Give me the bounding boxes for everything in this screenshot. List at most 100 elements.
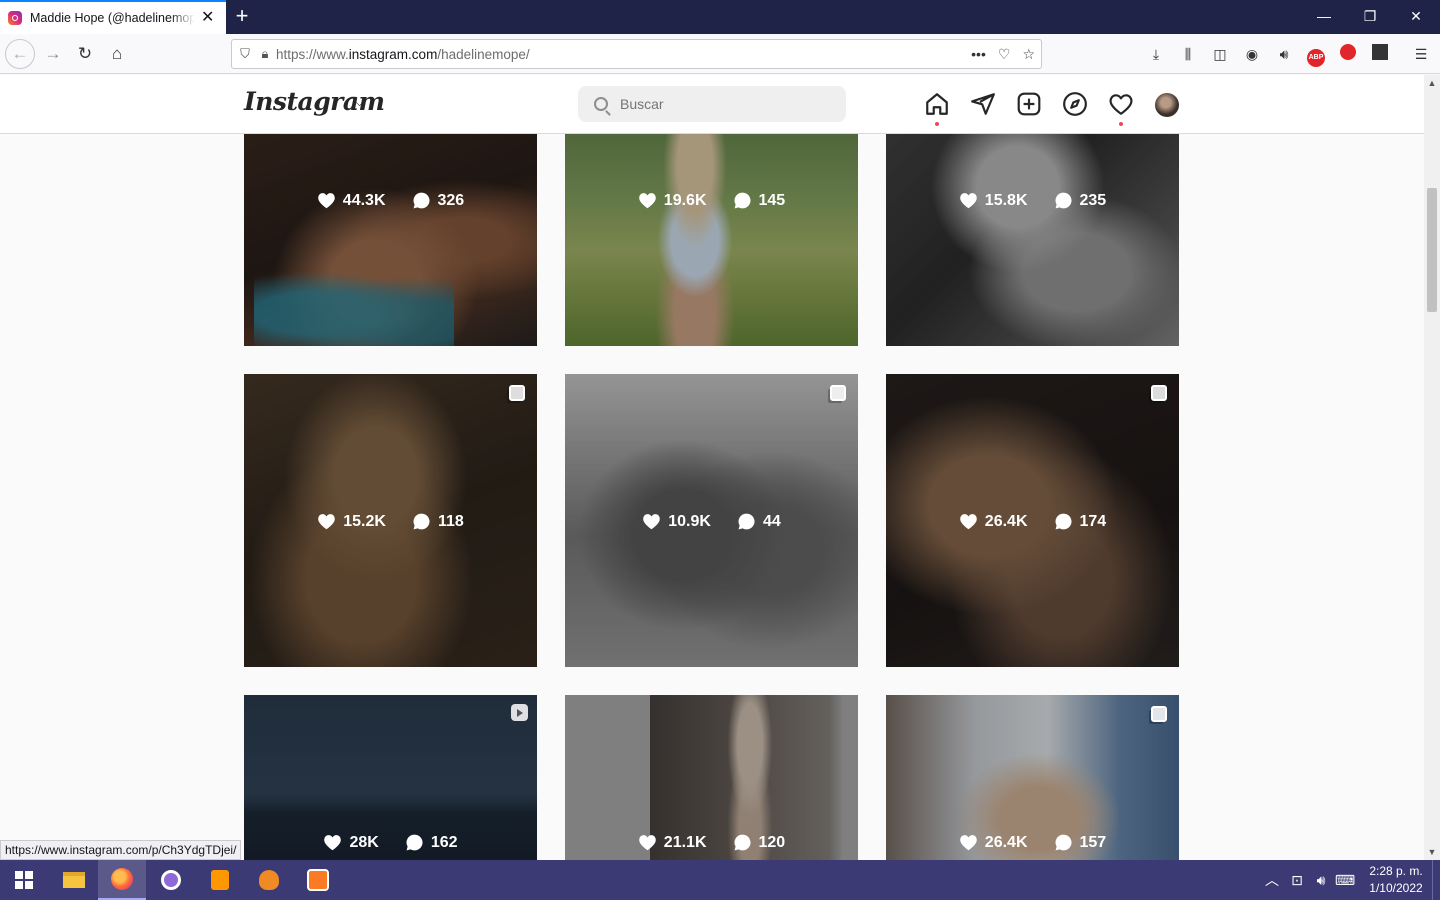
likes-heart-icon [639,193,656,209]
direct-message-icon[interactable] [970,91,996,117]
app-menu-icon[interactable]: ☰ [1410,44,1432,64]
back-button[interactable]: ← [5,39,35,69]
search-icon [594,97,608,111]
extension-red-icon[interactable] [1337,44,1359,64]
explore-icon[interactable] [1062,91,1088,117]
comments-count: 44 [762,512,781,530]
instagram-favicon-icon [8,11,22,25]
likes-count: 28K [349,833,379,851]
home-icon[interactable] [924,91,950,126]
post-tile[interactable]: 28K 162 [244,695,537,860]
likes-heart-icon [960,835,977,851]
browser-navigation-bar: ← → ↻ ⌂ ⛉ 🔒︎ https://www.instagram.com/h… [0,34,1440,74]
sidebar-icon[interactable]: ◫ [1209,44,1231,64]
likes-heart-icon [318,514,336,530]
link-status-tooltip: https://www.instagram.com/p/Ch3YdgTDjei/ [0,840,242,860]
page-actions-menu-icon[interactable]: ••• [971,46,986,62]
likes-count: 26.4K [984,512,1028,530]
carousel-icon [1151,385,1167,401]
pocket-icon[interactable]: ♡ [998,46,1011,63]
carousel-icon [830,385,846,401]
post-tile[interactable]: 26.4K 157 [886,695,1179,860]
comments-bubble-icon [413,513,430,530]
tab-title: Maddie Hope (@hadelinemope) • Instagram [30,11,195,25]
windows-logo-icon [15,871,33,889]
instagram-header: Instagram ⌵ [0,75,1424,134]
browser-tab-instagram[interactable]: Maddie Hope (@hadelinemope) • Instagram … [0,0,226,34]
post-tile[interactable]: 26.4K 174 [886,374,1179,667]
search-box[interactable] [578,86,846,122]
comments-count: 118 [437,512,464,530]
forward-button[interactable]: → [39,40,67,68]
url-text[interactable]: https://www.instagram.com/hadelinemope/ [276,47,530,62]
comments-bubble-icon [738,513,755,530]
system-clock[interactable]: 2:28 p. m. 1/10/2022 [1362,863,1430,897]
close-tab-icon[interactable]: ✕ [201,10,214,26]
adblock-plus-icon[interactable]: ABP [1305,44,1327,67]
volume-icon[interactable]: 🔊︎ [1310,860,1332,900]
comments-count: 157 [1079,833,1107,851]
clock-time: 2:28 p. m. [1369,864,1423,878]
likes-count: 44.3K [342,191,386,209]
likes-heart-icon [643,514,661,530]
close-window-button[interactable]: ✕ [1393,0,1439,34]
notification-dot [935,122,939,126]
github-desktop-icon[interactable] [147,860,195,900]
comments-bubble-icon [1055,834,1072,851]
likes-heart-icon [960,514,977,530]
firefox-icon[interactable] [98,860,146,900]
comments-bubble-icon [406,834,423,851]
network-icon[interactable]: ⊡ [1286,860,1308,900]
new-post-icon[interactable] [1016,91,1042,117]
chevron-down-icon[interactable]: ⌵ [355,95,364,110]
sublime-text-icon[interactable] [196,860,244,900]
activity-heart-icon[interactable] [1108,91,1134,126]
tray-chevron-up-icon[interactable]: ︿ [1262,860,1282,900]
comments-count: 174 [1079,512,1107,530]
comments-count: 162 [430,833,458,851]
clock-date: 1/10/2022 [1369,881,1423,895]
comments-count: 326 [437,191,465,209]
post-tile[interactable]: 15.8K 235 [886,134,1179,346]
comments-bubble-icon [413,192,430,209]
profile-avatar[interactable] [1155,93,1179,117]
likes-heart-icon [318,193,335,209]
baseball-glove-app-icon[interactable] [245,860,293,900]
scroll-down-arrow-icon[interactable]: ▼ [1424,844,1440,860]
likes-count: 10.9K [668,512,711,530]
restore-window-button[interactable]: ❐ [1347,0,1393,34]
xampp-icon[interactable] [294,860,342,900]
post-tile[interactable]: 44.3K 326 [244,134,537,346]
extension-dark-icon[interactable] [1369,44,1391,64]
start-button[interactable] [0,860,48,900]
scrollbar-thumb[interactable] [1427,188,1437,312]
url-bar[interactable]: ⛉ 🔒︎ https://www.instagram.com/hadelinem… [231,39,1042,69]
post-tile[interactable]: 15.2K 118 [244,374,537,667]
post-tile[interactable]: 19.6K 145 [565,134,858,346]
tracking-protection-shield-icon[interactable]: ⛉ [232,46,258,62]
scroll-up-arrow-icon[interactable]: ▲ [1424,75,1440,91]
account-icon[interactable]: ◉ [1241,44,1263,64]
bookmark-star-icon[interactable]: ☆ [1022,46,1035,63]
downloads-icon[interactable]: ⤓ [1145,44,1167,64]
search-input[interactable] [620,96,820,112]
reload-button[interactable]: ↻ [71,40,99,68]
carousel-icon [1151,706,1167,722]
show-desktop-button[interactable] [1432,860,1440,900]
comments-bubble-icon [1055,513,1072,530]
library-icon[interactable]: ⫼ [1177,44,1199,64]
notification-dot [1119,122,1123,126]
minimize-window-button[interactable]: — [1301,0,1347,34]
file-explorer-icon[interactable] [50,860,98,900]
likes-count: 19.6K [663,191,707,209]
comments-bubble-icon [734,834,751,851]
post-tile[interactable]: 10.9K 44 [565,374,858,667]
likes-count: 21.1K [663,833,707,851]
home-button[interactable]: ⌂ [103,40,131,68]
sound-icon[interactable]: 🔊︎ [1273,44,1295,64]
post-tile[interactable]: 21.1K 120 [565,695,858,860]
likes-count: 15.8K [984,191,1028,209]
keyboard-language-icon[interactable]: ⌨ [1334,860,1356,900]
new-tab-button[interactable]: + [230,4,254,30]
lock-icon[interactable]: 🔒︎ [258,46,272,62]
